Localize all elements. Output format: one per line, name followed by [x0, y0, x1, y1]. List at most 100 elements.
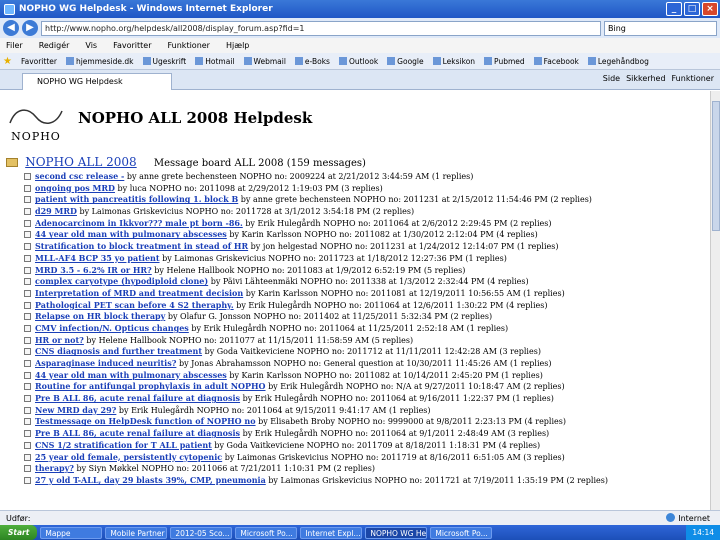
message-link[interactable]: MLL-AF4 BCP 35 yo patient: [35, 253, 160, 263]
url-input[interactable]: http://www.nopho.org/helpdesk/all2008/di…: [41, 20, 601, 36]
message-link[interactable]: Routine for antifungal prophylaxis in ad…: [35, 381, 266, 391]
message-icon: [24, 231, 31, 239]
message-link[interactable]: complex caryotype (hypodiploid clone): [35, 276, 208, 286]
forward-button[interactable]: ▶: [22, 20, 38, 36]
favorites-star-icon[interactable]: ★: [3, 56, 12, 67]
safety-menu[interactable]: Sikkerhed: [626, 74, 665, 83]
message-link[interactable]: Pathological PET scan before 4 S2 therap…: [35, 300, 234, 310]
message-link[interactable]: 25 year old female, persistently cytopen…: [35, 452, 222, 462]
message-meta: by anne grete bechensteen NOPHO no: 2011…: [240, 195, 592, 205]
list-item: Testmessage on HelpDesk function of NOPH…: [24, 416, 704, 428]
menu-favorites[interactable]: Favoritter: [113, 41, 151, 50]
message-link[interactable]: d29 MRD: [35, 206, 77, 216]
message-link[interactable]: therapy?: [35, 463, 74, 473]
favorites-button[interactable]: Favoritter: [21, 57, 57, 66]
message-link[interactable]: 44 year old man with pulmonary abscesses: [35, 370, 227, 380]
message-icon: [24, 219, 31, 227]
favorite-link[interactable]: hjemmeside.dk: [66, 57, 134, 66]
maximize-button[interactable]: □: [684, 2, 700, 16]
message-icon: [24, 371, 31, 379]
taskbar-item[interactable]: Mobile Partner: [105, 526, 168, 539]
favorite-link[interactable]: Facebook: [534, 57, 579, 66]
list-item: ongoing pos MRD by luca NOPHO no: 201109…: [24, 183, 704, 195]
back-button[interactable]: ◀: [3, 20, 19, 36]
message-icon: [24, 278, 31, 286]
board-link[interactable]: NOPHO ALL 2008: [25, 155, 137, 169]
message-link[interactable]: Testmessage on HelpDesk function of NOPH…: [35, 416, 256, 426]
message-meta: by Elisabeth Broby NOPHO no: 9999000 at …: [258, 417, 567, 427]
message-link[interactable]: Adenocarcinom in Ikkvor??? male pt born …: [35, 218, 243, 228]
menu-view[interactable]: Vis: [85, 41, 97, 50]
taskbar: Start Mappe Mobile Partner 2012-05 Sco..…: [0, 525, 720, 540]
message-link[interactable]: 44 year old man with pulmonary abscesses: [35, 229, 227, 239]
taskbar-item[interactable]: 2012-05 Sco...: [170, 526, 233, 539]
message-icon: [24, 348, 31, 356]
message-meta: by Laimonas Griskevicius NOPHO no: 20117…: [268, 475, 608, 485]
favorite-link[interactable]: Ugeskrift: [143, 57, 187, 66]
tab-nopho-helpdesk[interactable]: NOPHO WG Helpdesk: [22, 73, 172, 90]
message-meta: by Helene Hallbook NOPHO no: 2011077 at …: [86, 335, 414, 345]
message-icon: [24, 243, 31, 251]
tools-menu[interactable]: Funktioner: [672, 74, 714, 83]
taskbar-item[interactable]: Internet Expl...: [300, 526, 363, 539]
message-icon: [24, 208, 31, 216]
taskbar-item-active[interactable]: NOPHO WG He...: [365, 526, 428, 539]
favorite-link[interactable]: Hotmail: [195, 57, 234, 66]
message-meta: by Olafur G. Jonsson NOPHO no: 2011402 a…: [167, 312, 493, 322]
message-meta: by Erik Hulegårdh NOPHO no: 2011064 at 2…: [245, 218, 552, 228]
page-menu[interactable]: Side: [603, 74, 620, 83]
list-item: New MRD day 29? by Erik Hulegårdh NOPHO …: [24, 405, 704, 417]
list-item: HR or not? by Helene Hallbook NOPHO no: …: [24, 335, 704, 347]
message-meta: by Goda Vaitkeviciene NOPHO no: 2011709 …: [214, 440, 541, 450]
favorite-link[interactable]: Google: [387, 57, 423, 66]
list-item: CNS diagnosis and further treatment by G…: [24, 346, 704, 358]
menu-tools[interactable]: Funktioner: [168, 41, 210, 50]
message-link[interactable]: CNS diagnosis and further treatment: [35, 346, 202, 356]
message-meta: by Erik Hulegårdh NOPHO no: 2011064 at 1…: [191, 323, 509, 333]
message-link[interactable]: Interpretation of MRD and treatment deci…: [35, 288, 243, 298]
taskbar-item[interactable]: Microsoft Po...: [235, 526, 298, 539]
message-meta: by Erik Hulegårdh NOPHO no: 2011064 at 1…: [236, 300, 548, 310]
message-link[interactable]: Pre B ALL 86, acute renal failure at dia…: [35, 428, 240, 438]
message-link[interactable]: MRD 3.5 - 6.2% IR or HR?: [35, 265, 152, 275]
list-item: Routine for antifungal prophylaxis in ad…: [24, 381, 704, 393]
favorite-link[interactable]: e-Boks: [295, 57, 330, 66]
message-link[interactable]: Asparaginase induced neuritis?: [35, 358, 176, 368]
search-input[interactable]: Bing: [604, 20, 717, 36]
message-meta: by Jonas Abrahamsson NOPHO no: General q…: [178, 359, 552, 368]
message-icon: [24, 465, 31, 473]
favorite-link[interactable]: Legehåndbog: [588, 57, 649, 66]
list-item: CNS 1/2 stratification for T ALL patient…: [24, 440, 704, 452]
favorite-link[interactable]: Outlook: [339, 57, 378, 66]
list-item: Interpretation of MRD and treatment deci…: [24, 288, 704, 300]
message-link[interactable]: Pre B ALL 86, acute renal failure at dia…: [35, 393, 240, 403]
taskbar-item[interactable]: Mappe: [40, 526, 103, 539]
vertical-scrollbar[interactable]: [710, 91, 720, 510]
message-link[interactable]: ongoing pos MRD: [35, 183, 115, 193]
message-meta: by Laimonas Griskevicius NOPHO no: 20117…: [224, 452, 565, 462]
message-link[interactable]: Relapse on HR block therapy: [35, 311, 165, 321]
favorite-link[interactable]: Webmail: [244, 57, 286, 66]
start-button[interactable]: Start: [0, 525, 38, 540]
list-item: Asparaginase induced neuritis? by Jonas …: [24, 358, 704, 370]
list-item: Pre B ALL 86, acute renal failure at dia…: [24, 393, 704, 405]
message-link[interactable]: patient with pancreatitis following 1. b…: [35, 194, 238, 204]
menu-edit[interactable]: Redigér: [39, 41, 70, 50]
close-button[interactable]: ×: [702, 2, 718, 16]
message-link[interactable]: 27 y old T-ALL, day 29 blasts 39%, CMP, …: [35, 475, 266, 485]
message-meta: by Siyn Møkkel NOPHO no: 2011066 at 7/21…: [76, 464, 375, 474]
taskbar-item[interactable]: Microsoft Po...: [430, 526, 493, 539]
menu-file[interactable]: Filer: [6, 41, 23, 50]
message-link[interactable]: second csc release -: [35, 171, 124, 181]
message-link[interactable]: Stratification to block treatment in ste…: [35, 241, 248, 251]
message-meta: by luca NOPHO no: 2011098 at 2/29/2012 1…: [117, 183, 383, 193]
minimize-button[interactable]: _: [666, 2, 682, 16]
menu-help[interactable]: Hjælp: [226, 41, 249, 50]
favorite-link[interactable]: Leksikon: [433, 57, 475, 66]
message-link[interactable]: HR or not?: [35, 335, 84, 345]
favorite-link[interactable]: Pubmed: [484, 57, 525, 66]
scrollbar-thumb[interactable]: [712, 101, 720, 231]
message-link[interactable]: CMV infection/N. Opticus changes: [35, 323, 189, 333]
message-link[interactable]: New MRD day 29?: [35, 405, 116, 415]
message-link[interactable]: CNS 1/2 stratification for T ALL patient: [35, 440, 212, 450]
